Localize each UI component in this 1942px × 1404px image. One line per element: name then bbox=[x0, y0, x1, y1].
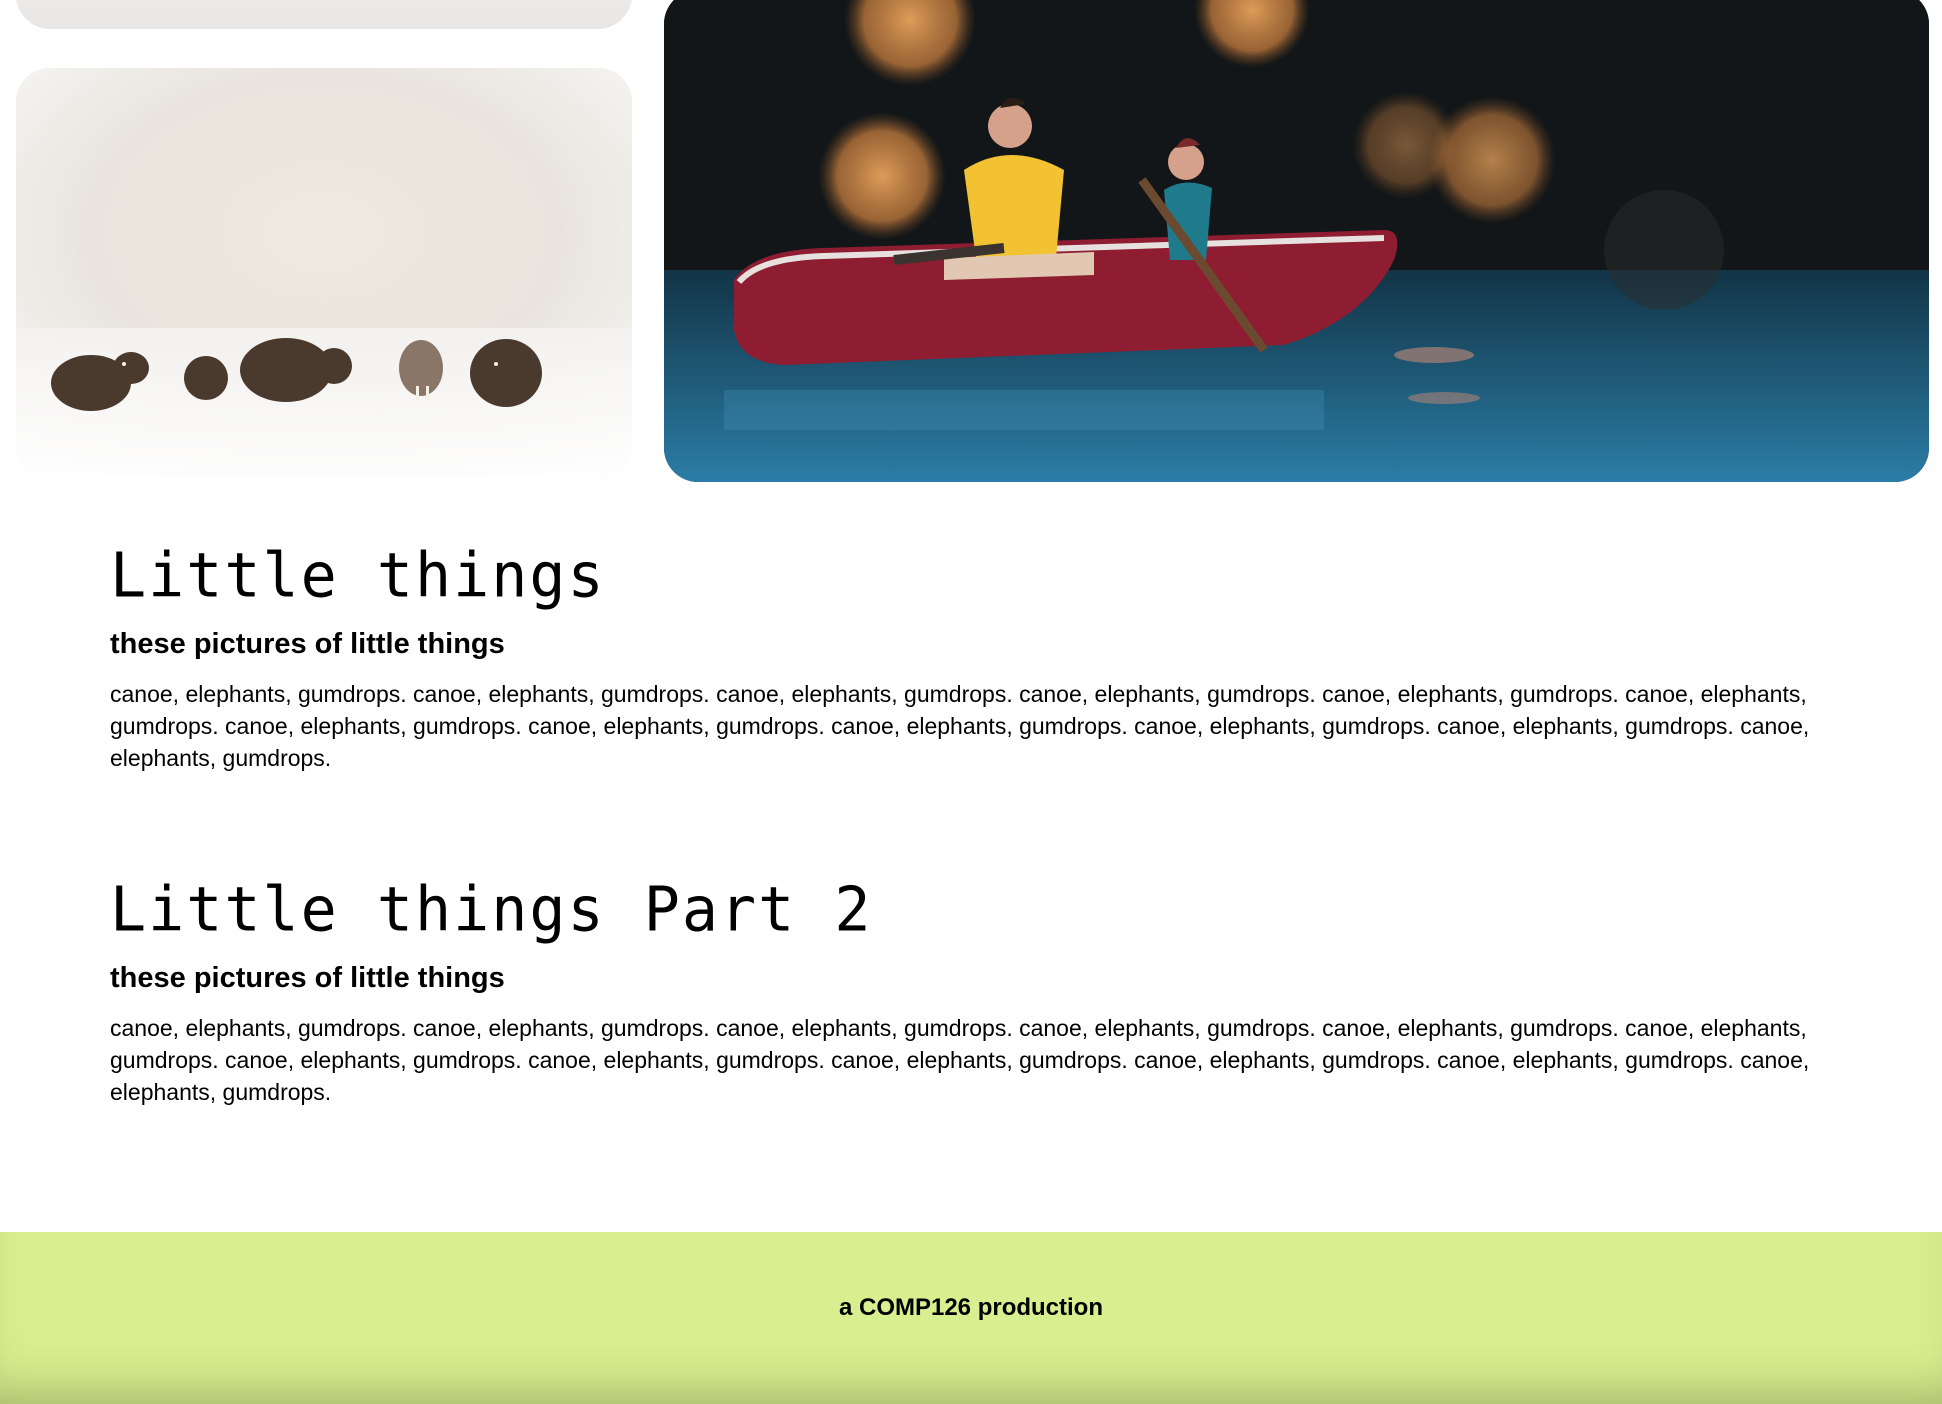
canoe-photo bbox=[664, 0, 1929, 482]
top-partial-photo bbox=[16, 0, 632, 29]
section-little-things-part-2: Little things Part 2 these pictures of l… bbox=[110, 874, 1870, 1108]
footer: a COMP126 production bbox=[0, 1232, 1942, 1404]
elephants-illustration bbox=[16, 68, 632, 478]
section-body: canoe, elephants, gumdrops. canoe, eleph… bbox=[110, 1015, 1810, 1105]
section-subtitle: these pictures of little things bbox=[110, 628, 505, 660]
section-subtitle: these pictures of little things bbox=[110, 962, 505, 994]
elephants-photo bbox=[16, 68, 632, 478]
page: Little things these pictures of little t… bbox=[0, 0, 1942, 1404]
section-body: canoe, elephants, gumdrops. canoe, eleph… bbox=[110, 681, 1810, 771]
section-little-things: Little things these pictures of little t… bbox=[110, 540, 1870, 774]
canoe-illustration bbox=[664, 0, 1929, 482]
section-title: Little things bbox=[110, 540, 606, 612]
footer-text: a COMP126 production bbox=[838, 1294, 1104, 1321]
section-title: Little things Part 2 bbox=[110, 874, 873, 946]
